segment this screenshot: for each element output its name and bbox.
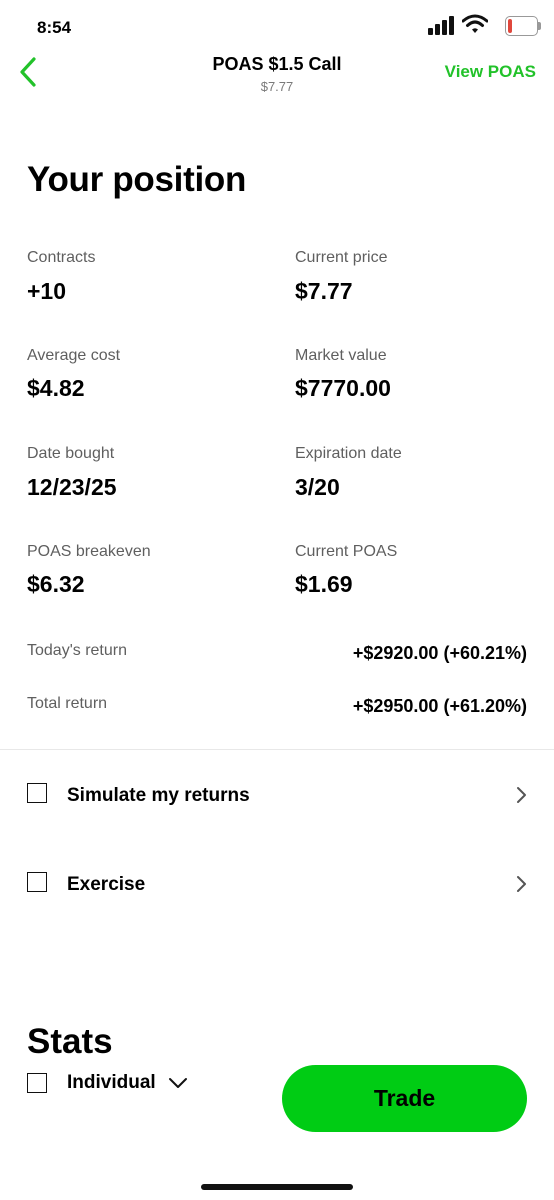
stat-label-breakeven: POAS breakeven [27,543,151,560]
stat-label-date-bought: Date bought [27,445,115,462]
exercise-label: Exercise [67,874,146,895]
wifi-icon [462,14,488,33]
battery-icon: 4 [505,16,543,36]
stat-value-expiration-date: 3/20 [295,474,340,500]
todays-return-value: +$2920.00 (+60.21%) [352,643,527,663]
stat-label-market-value: Market value [295,347,387,364]
section-divider [0,749,554,750]
page-title: POAS $1.5 Call [212,54,342,74]
todays-return-label: Today's return [27,642,127,659]
stat-value-date-bought: 12/23/25 [27,474,117,500]
page-subtitle-price: $7.77 [260,79,294,94]
exercise-checkbox[interactable] [27,872,47,892]
chevron-down-icon[interactable] [168,1076,188,1090]
trade-button[interactable]: Trade [282,1065,527,1132]
stat-label-expiration-date: Expiration date [295,445,402,462]
stat-value-average-cost: $4.82 [27,375,85,401]
chevron-right-icon [517,876,526,892]
stat-value-breakeven: $6.32 [27,571,85,597]
home-indicator [201,1184,353,1190]
stat-label-average-cost: Average cost [27,347,121,364]
total-return-value: +$2950.00 (+61.20%) [352,696,527,716]
total-return-label: Total return [27,695,108,712]
stat-label-contracts: Contracts [27,249,96,266]
simulate-returns-row[interactable]: Simulate my returns [0,766,554,826]
stat-value-current-price: $7.77 [295,278,353,304]
stat-label-current-price: Current price [295,249,388,266]
stat-value-current-underlying: $1.69 [295,571,353,597]
simulate-returns-checkbox[interactable] [27,783,47,803]
stat-label-current-underlying: Current POAS [295,543,398,560]
back-chevron-icon[interactable] [10,54,46,90]
battery-level: 4 [518,20,525,31]
stat-value-contracts: +10 [27,278,67,304]
simulate-returns-label: Simulate my returns [67,785,250,806]
account-selector-label[interactable]: Individual [67,1072,156,1094]
individual-checkbox[interactable] [27,1073,47,1093]
chevron-right-icon [517,787,526,803]
position-heading: Your position [27,160,247,199]
stat-value-market-value: $7770.00 [295,375,391,401]
status-time: 8:54 [37,18,72,37]
view-underlying-link[interactable]: View POAS [445,62,536,82]
stats-heading: Stats [27,1022,113,1061]
cellular-signal-icon [428,16,454,35]
exercise-row[interactable]: Exercise [0,854,554,914]
